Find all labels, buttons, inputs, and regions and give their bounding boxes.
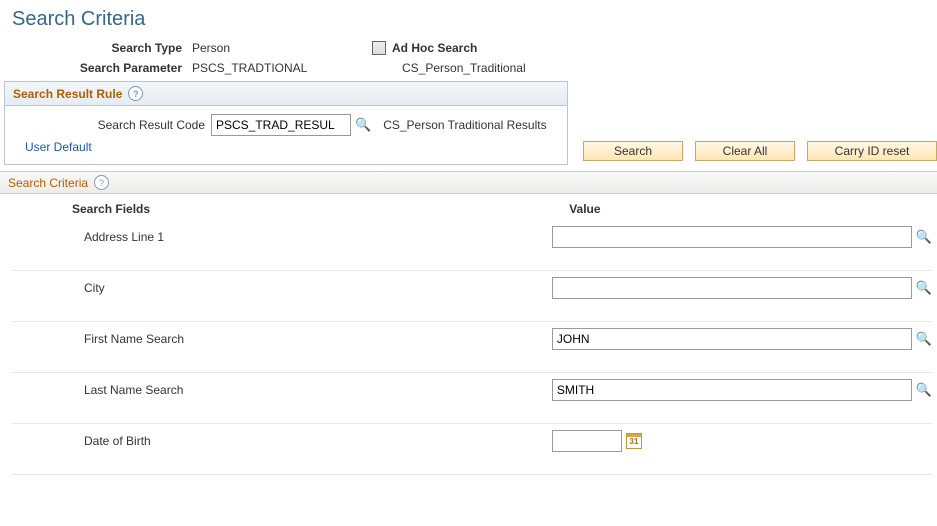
search-result-rule-box: Search Result Rule ? Search Result Code … bbox=[4, 81, 568, 165]
field-label: Last Name Search bbox=[12, 383, 544, 397]
first-name-input[interactable] bbox=[552, 328, 912, 350]
search-type-label: Search Type bbox=[12, 41, 192, 55]
field-label: First Name Search bbox=[12, 332, 544, 346]
field-label: Date of Birth bbox=[12, 434, 544, 448]
adhoc-search-checkbox[interactable]: Ad Hoc Search bbox=[372, 41, 477, 55]
column-value: Value bbox=[489, 202, 932, 216]
field-label: City bbox=[12, 281, 544, 295]
lookup-icon[interactable]: 🔍 bbox=[916, 280, 932, 296]
lookup-icon[interactable]: 🔍 bbox=[916, 331, 932, 347]
lookup-icon[interactable]: 🔍 bbox=[916, 382, 932, 398]
field-row-last-name: Last Name Search 🔍 bbox=[12, 373, 932, 424]
search-param-desc: CS_Person_Traditional bbox=[402, 61, 526, 75]
field-row-dob: Date of Birth 31 bbox=[12, 424, 932, 475]
search-param-label: Search Parameter bbox=[12, 61, 192, 75]
meta-block: Search Type Person Ad Hoc Search Search … bbox=[0, 41, 937, 75]
user-default-link[interactable]: User Default bbox=[15, 136, 92, 160]
search-button[interactable]: Search bbox=[583, 141, 683, 161]
address1-input[interactable] bbox=[552, 226, 912, 248]
lookup-icon[interactable]: 🔍 bbox=[916, 229, 932, 245]
search-type-value: Person bbox=[192, 41, 352, 55]
search-fields-area: Search Fields Value Address Line 1 🔍 Cit… bbox=[0, 194, 932, 475]
dob-input[interactable] bbox=[552, 430, 622, 452]
help-icon[interactable]: ? bbox=[128, 86, 143, 101]
field-row-city: City 🔍 bbox=[12, 271, 932, 322]
city-input[interactable] bbox=[552, 277, 912, 299]
result-code-input[interactable] bbox=[211, 114, 351, 136]
result-code-desc: CS_Person Traditional Results bbox=[383, 118, 546, 132]
lookup-icon[interactable]: 🔍 bbox=[355, 117, 371, 133]
last-name-input[interactable] bbox=[552, 379, 912, 401]
calendar-icon[interactable]: 31 bbox=[626, 433, 642, 449]
field-row-address1: Address Line 1 🔍 bbox=[12, 220, 932, 271]
column-search-fields: Search Fields bbox=[12, 202, 489, 216]
field-row-first-name: First Name Search 🔍 bbox=[12, 322, 932, 373]
search-result-rule-header: Search Result Rule ? bbox=[5, 82, 567, 106]
search-criteria-header: Search Criteria ? bbox=[0, 171, 937, 194]
search-param-value: PSCS_TRADTIONAL bbox=[192, 61, 352, 75]
result-code-label: Search Result Code bbox=[15, 118, 211, 132]
checkbox-icon bbox=[372, 41, 386, 55]
button-bar: Search Clear All Carry ID reset bbox=[583, 139, 937, 165]
clear-all-button[interactable]: Clear All bbox=[695, 141, 795, 161]
adhoc-label: Ad Hoc Search bbox=[392, 41, 477, 55]
page-title: Search Criteria bbox=[0, 0, 937, 35]
carry-id-reset-button[interactable]: Carry ID reset bbox=[807, 141, 937, 161]
help-icon[interactable]: ? bbox=[94, 175, 109, 190]
field-label: Address Line 1 bbox=[12, 230, 544, 244]
